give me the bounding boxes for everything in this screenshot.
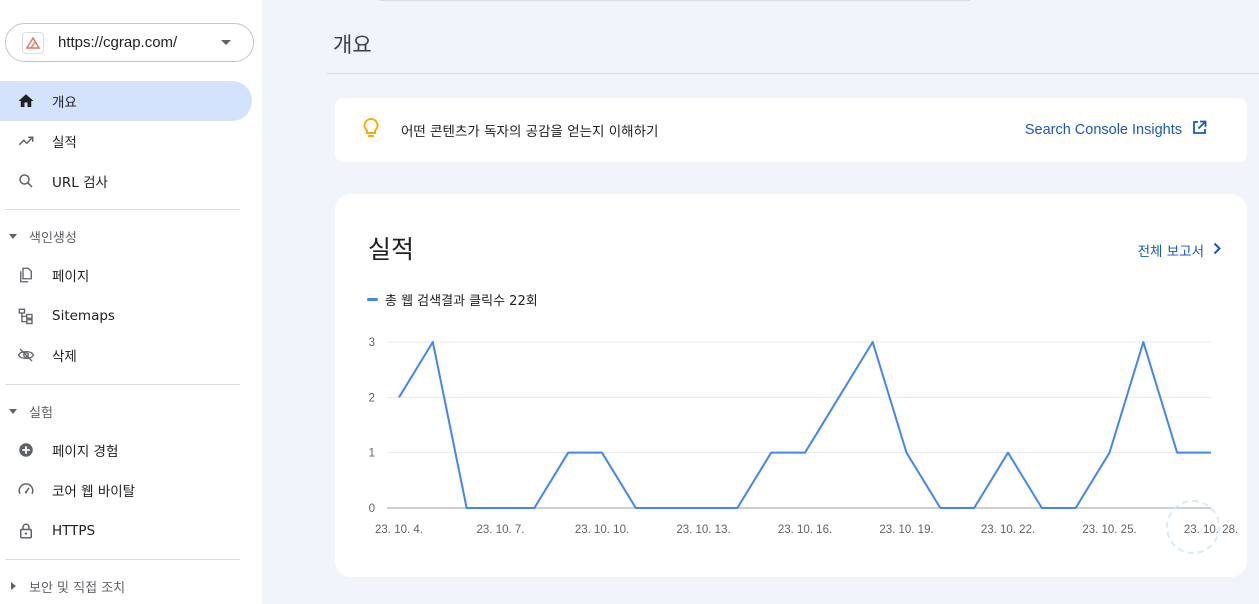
data-point[interactable] [666, 504, 674, 512]
search-console-insights-link[interactable]: Search Console Insights [1025, 120, 1207, 139]
nav-item-label: HTTPS [52, 523, 96, 539]
nav-item-https[interactable]: HTTPS [0, 511, 252, 551]
data-point[interactable] [1106, 449, 1114, 457]
data-point[interactable] [564, 449, 572, 457]
data-point[interactable] [395, 393, 403, 401]
nav-item-performance[interactable]: 실적 [0, 121, 252, 161]
insights-text: 어떤 콘텐츠가 독자의 공감을 얻는지 이해하기 [401, 124, 659, 140]
sidebar-divider [5, 384, 240, 385]
section-toggle-security[interactable]: 보안 및 직접 조치 [0, 571, 252, 601]
data-point[interactable] [767, 449, 775, 457]
nav-item-label: 페이지 경험 [52, 444, 119, 460]
data-point[interactable] [632, 504, 640, 512]
eye-off-icon [17, 346, 35, 364]
nav-item-removals[interactable]: 삭제 [0, 335, 252, 375]
top-divider [380, 0, 970, 1]
nav-item-label: Sitemaps [52, 308, 115, 324]
nav-item-url-inspection[interactable]: URL 검사 [0, 161, 252, 201]
data-point[interactable] [700, 504, 708, 512]
nav-item-sitemaps[interactable]: Sitemaps [0, 296, 252, 336]
sidebar: https://cgrap.com/ 개요 실적 URL 검사 색인생성 페이지 [0, 0, 262, 604]
caret-right-icon [11, 582, 16, 590]
data-point[interactable] [903, 449, 911, 457]
data-point[interactable] [497, 504, 505, 512]
data-point[interactable] [835, 393, 843, 401]
y-tick-label: 0 [369, 503, 375, 515]
sidebar-divider [5, 559, 240, 560]
data-point[interactable] [801, 449, 809, 457]
lock-icon [17, 522, 35, 540]
y-tick-label: 3 [369, 337, 375, 349]
data-point[interactable] [869, 338, 877, 346]
data-point[interactable] [429, 338, 437, 346]
page-title: 개요 [333, 33, 372, 57]
x-tick-label: 23. 10. 22. [981, 524, 1035, 536]
x-tick-label: 23. 10. 19. [879, 524, 933, 536]
section-title: 실험 [29, 405, 53, 421]
data-point[interactable] [1207, 449, 1215, 457]
nav-item-label: URL 검사 [52, 175, 108, 191]
data-point[interactable] [1072, 504, 1080, 512]
property-selector[interactable]: https://cgrap.com/ [5, 23, 254, 62]
clicks-line-chart: 0 1 2 3 23. 10. 4. 23. 10. 7. 23. 10. 10. 23. 1… [369, 337, 1239, 536]
lightbulb-icon [361, 117, 381, 143]
section-toggle-indexing[interactable]: 색인생성 [0, 221, 252, 251]
insights-card: 어떤 콘텐츠가 독자의 공감을 얻는지 이해하기 Search Console … [335, 98, 1247, 162]
nav-item-label: 코어 웹 바이탈 [52, 484, 136, 500]
x-tick-label: 23. 10. 16. [778, 524, 832, 536]
section-title: 보안 및 직접 조치 [29, 580, 126, 596]
sitemap-icon [17, 307, 35, 325]
sidebar-divider [5, 209, 240, 210]
x-tick-label: 23. 10. 13. [676, 524, 730, 536]
home-icon [17, 92, 35, 110]
nav-item-label: 페이지 [52, 269, 90, 285]
nav-item-overview[interactable]: 개요 [0, 81, 252, 121]
data-point[interactable] [733, 504, 741, 512]
trending-up-icon [17, 132, 35, 150]
performance-card: 실적 전체 보고서 총 웹 검색결과 클릭수 22회 0 1 2 3 23. 10. 4… [335, 194, 1247, 577]
data-point[interactable] [1004, 449, 1012, 457]
nav-item-core-web-vitals[interactable]: 코어 웹 바이탈 [0, 470, 252, 510]
x-tick-label: 23. 10. 25. [1082, 524, 1136, 536]
nav-item-label: 실적 [52, 135, 77, 151]
insights-link-label: Search Console Insights [1024, 121, 1182, 138]
series-line[interactable] [398, 341, 1211, 509]
chevron-down-icon [221, 40, 231, 45]
open-in-new-icon [1182, 120, 1207, 139]
data-point[interactable] [1038, 504, 1046, 512]
nav-item-pages[interactable]: 페이지 [0, 255, 252, 295]
property-url: https://cgrap.com/ [58, 34, 178, 51]
section-toggle-experience[interactable]: 실험 [0, 396, 252, 426]
x-tick-label: 23. 10. 4. [375, 524, 423, 536]
speedometer-icon [17, 481, 35, 499]
y-tick-label: 2 [369, 392, 375, 404]
search-icon [17, 172, 35, 190]
data-point[interactable] [463, 504, 471, 512]
x-tick-label: 23. 10. 10. [575, 524, 629, 536]
data-point[interactable] [970, 504, 978, 512]
data-point[interactable] [598, 449, 606, 457]
property-favicon-icon [22, 31, 44, 54]
y-tick-label: 1 [369, 448, 375, 460]
data-point[interactable] [936, 504, 944, 512]
caret-down-icon [9, 233, 17, 239]
plus-circle-icon [17, 441, 35, 459]
pages-icon [17, 266, 35, 284]
nav-item-label: 삭제 [52, 349, 77, 365]
nav-item-page-experience[interactable]: 페이지 경험 [0, 430, 252, 470]
data-point[interactable] [1173, 449, 1181, 457]
nav-item-label: 개요 [52, 95, 77, 111]
section-title: 색인생성 [29, 230, 77, 246]
data-point[interactable] [1139, 338, 1147, 346]
caret-down-icon [9, 408, 17, 414]
watermark-logo [1166, 500, 1220, 554]
title-divider [327, 73, 1259, 74]
data-point[interactable] [530, 504, 538, 512]
x-tick-label: 23. 10. 7. [477, 524, 525, 536]
